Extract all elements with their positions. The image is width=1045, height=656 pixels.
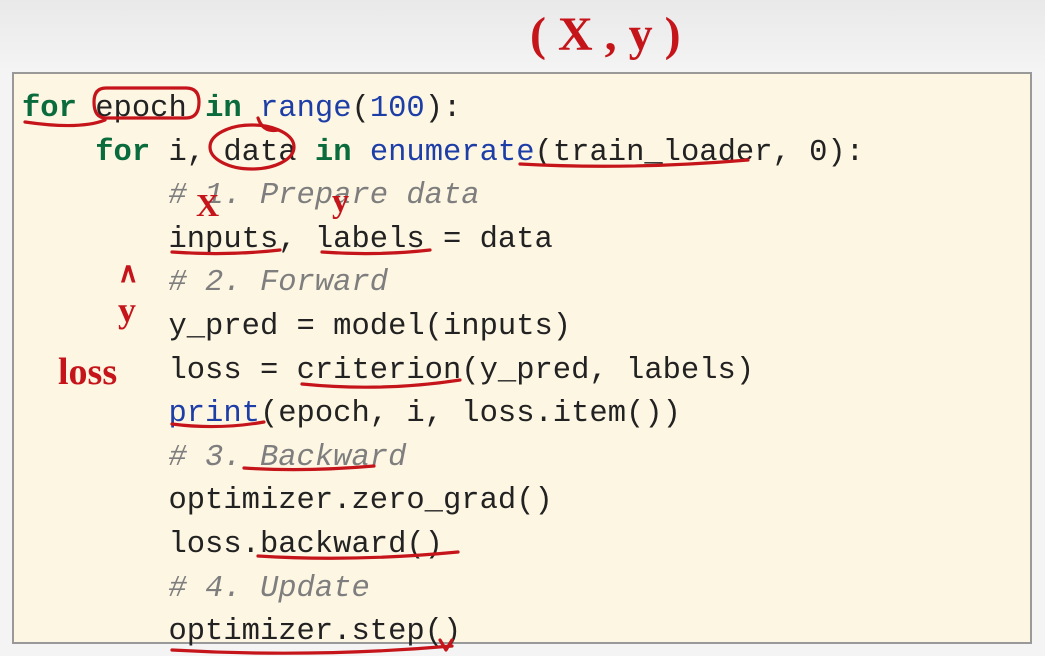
indent4 xyxy=(22,223,168,257)
paren-close: ): xyxy=(425,92,462,126)
num-100: 100 xyxy=(370,92,425,126)
indent8 xyxy=(22,397,168,431)
top-gradient-bar xyxy=(0,0,1045,72)
line-ypred: y_pred = model(inputs) xyxy=(168,310,571,344)
indent7 xyxy=(22,354,168,388)
code-content: for epoch in range(100): for i, data in … xyxy=(22,88,1022,655)
indent xyxy=(22,136,95,170)
indent10 xyxy=(22,484,168,518)
id-epoch: epoch xyxy=(95,92,187,126)
cmt-forward: # 2. Forward xyxy=(168,266,388,300)
paren: ( xyxy=(352,92,370,126)
kw-in: in xyxy=(205,92,242,126)
id-criterion: criterion xyxy=(297,354,462,388)
id-data: data xyxy=(223,136,296,170)
id-trainloader: train_loader xyxy=(553,136,773,170)
line-loss-pre: loss = xyxy=(168,354,296,388)
code-block: for epoch in range(100): for i, data in … xyxy=(12,72,1032,644)
indent13 xyxy=(22,615,168,649)
line-backward: loss.backward() xyxy=(168,528,443,562)
indent11 xyxy=(22,528,168,562)
rest2: , 0): xyxy=(773,136,865,170)
line-print-post: (epoch, i, loss.item()) xyxy=(260,397,681,431)
paren2: ( xyxy=(535,136,553,170)
indent6 xyxy=(22,310,168,344)
line-zerograd: optimizer.zero_grad() xyxy=(168,484,552,518)
cmt-update: # 4. Update xyxy=(168,572,369,606)
cmt-prepare: # 1. Prepare data xyxy=(168,179,479,213)
indent12 xyxy=(22,572,168,606)
indent5 xyxy=(22,266,168,300)
kw-for: for xyxy=(22,92,77,126)
kw-for2: for xyxy=(95,136,150,170)
indent9 xyxy=(22,441,168,475)
indent3 xyxy=(22,179,168,213)
fn-print: print xyxy=(168,397,260,431)
kw-in2: in xyxy=(297,136,370,170)
fn-enumerate: enumerate xyxy=(370,136,535,170)
id-i: i, xyxy=(168,136,223,170)
line-inputs-labels: inputs, labels = data xyxy=(168,223,552,257)
line-loss-post: (y_pred, labels) xyxy=(461,354,754,388)
cmt-backward: # 3. Backward xyxy=(168,441,406,475)
fn-range: range xyxy=(260,92,352,126)
line-step: optimizer.step() xyxy=(168,615,461,649)
